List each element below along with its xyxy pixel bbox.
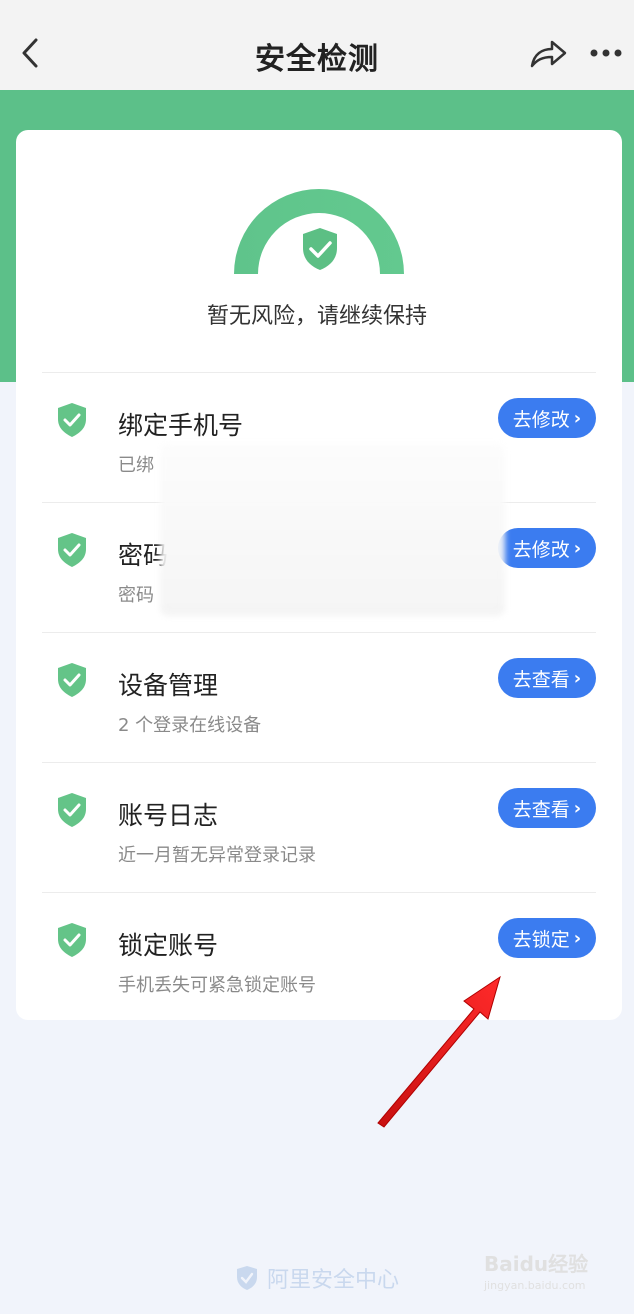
item-title: 账号日志 <box>118 801 219 830</box>
item-subtitle: 手机丢失可紧急锁定账号 <box>118 975 316 996</box>
divider <box>42 892 596 893</box>
shield-check-icon <box>236 1266 257 1290</box>
shield-check-icon <box>303 228 337 270</box>
shield-check-icon <box>58 663 86 697</box>
button-label: 去查看 <box>512 668 570 691</box>
item-title: 设备管理 <box>118 671 219 700</box>
chevron-right-icon: › <box>573 407 582 429</box>
modify-phone-button[interactable]: 去修改 › <box>498 398 596 438</box>
shield-check-icon <box>58 533 86 567</box>
share-icon[interactable] <box>528 36 568 70</box>
more-dots-icon[interactable] <box>586 36 626 70</box>
shield-check-icon <box>58 793 86 827</box>
item-subtitle: 已绑 <box>118 455 154 476</box>
divider <box>42 372 596 373</box>
shield-check-icon <box>58 403 86 437</box>
button-label: 去修改 <box>512 538 570 561</box>
item-subtitle: 近一月暂无异常登录记录 <box>118 845 316 866</box>
privacy-blur-overlay <box>160 444 505 616</box>
red-arrow-annotation <box>377 975 501 1128</box>
chevron-right-icon: › <box>573 537 582 559</box>
modify-password-button[interactable]: 去修改 › <box>498 528 596 568</box>
chevron-right-icon: › <box>573 927 582 949</box>
view-devices-button[interactable]: 去查看 › <box>498 658 596 698</box>
footer-brand-text: 阿里安全中心 <box>266 1268 399 1293</box>
chevron-right-icon: › <box>573 667 582 689</box>
button-label: 去锁定 <box>512 928 570 951</box>
divider <box>42 762 596 763</box>
item-subtitle: 密码 <box>118 585 154 606</box>
view-log-button[interactable]: 去查看 › <box>498 788 596 828</box>
item-subtitle: 2 个登录在线设备 <box>118 715 262 736</box>
item-title: 绑定手机号 <box>118 411 244 440</box>
item-title: 锁定账号 <box>118 931 219 960</box>
shield-check-icon <box>58 923 86 957</box>
lock-account-button[interactable]: 去锁定 › <box>498 918 596 958</box>
button-label: 去修改 <box>512 408 570 431</box>
button-label: 去查看 <box>512 798 570 821</box>
watermark-text: Baidu经验 <box>484 1252 589 1276</box>
nav-bar: 安全检测 <box>0 0 634 90</box>
baidu-watermark: Baidu经验 jingyan.baidu.com <box>484 1248 624 1308</box>
watermark-url: jingyan.baidu.com <box>484 1279 586 1292</box>
divider <box>42 632 596 633</box>
chevron-right-icon: › <box>573 797 582 819</box>
security-status-text: 暂无风险，请继续保持 <box>206 304 427 329</box>
